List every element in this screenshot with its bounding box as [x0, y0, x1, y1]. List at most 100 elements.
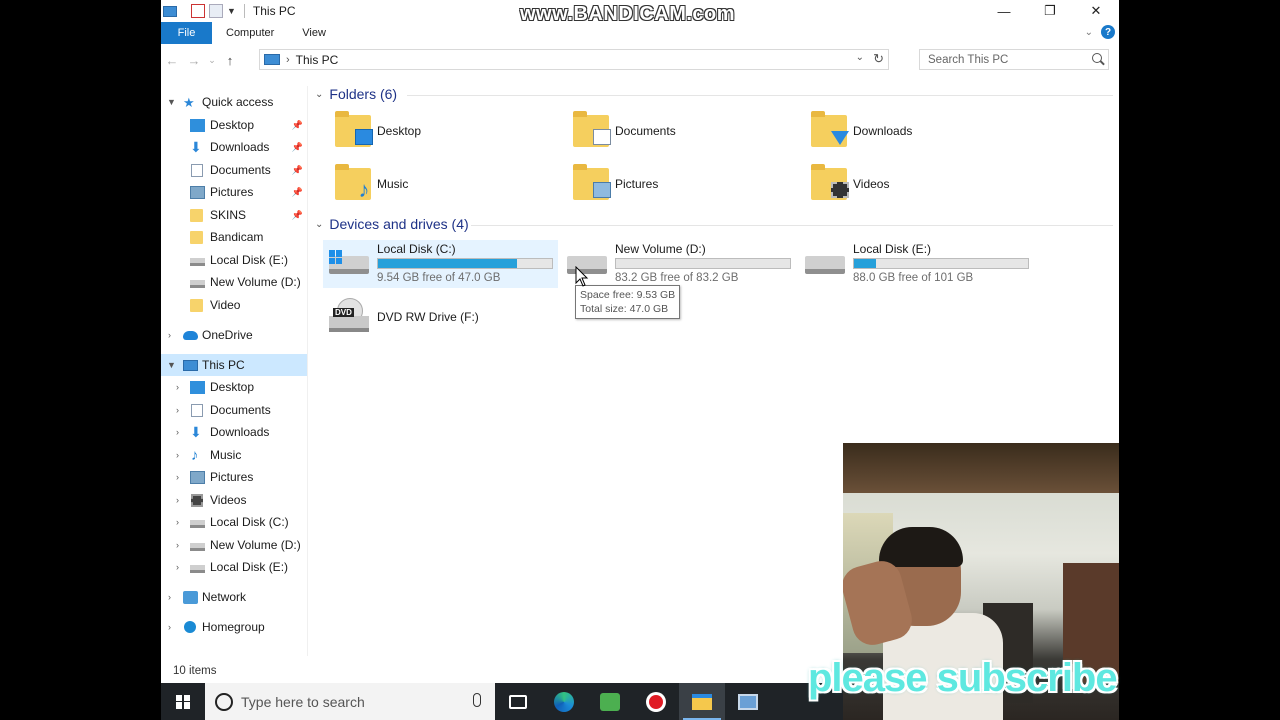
sidebar-item-pc-desktop[interactable]: › Desktop	[161, 376, 307, 398]
document-icon	[191, 403, 203, 417]
chevron-right-icon[interactable]: ›	[168, 330, 171, 340]
pin-icon[interactable]: 📌	[292, 120, 303, 131]
start-button[interactable]	[161, 683, 205, 720]
pin-icon[interactable]: 📌	[292, 187, 303, 198]
bandicam-watermark: www.BANDICAM.com	[520, 3, 736, 25]
refresh-icon[interactable]: ↻	[873, 51, 884, 67]
sidebar-item-pc-local-disk-c[interactable]: › Local Disk (C:)	[161, 511, 307, 533]
chevron-right-icon[interactable]: ›	[176, 472, 179, 482]
chevron-right-icon[interactable]: ›	[176, 450, 179, 460]
sidebar-item-pc-downloads[interactable]: › ⬇ Downloads	[161, 421, 307, 443]
folders-group-header[interactable]: ⌄ Folders (6)	[315, 86, 397, 102]
sidebar-item-pc-pictures[interactable]: › Pictures	[161, 466, 307, 488]
taskbar-app-bandicam[interactable]	[633, 683, 679, 720]
sidebar-item-pc-new-volume-d[interactable]: › New Volume (D:)	[161, 534, 307, 556]
pc-icon	[163, 5, 177, 17]
chevron-down-icon[interactable]: ▼	[167, 97, 176, 107]
back-button[interactable]: ←	[161, 49, 183, 71]
taskbar-search-box[interactable]: Type here to search	[205, 683, 495, 720]
chevron-right-icon[interactable]: ›	[286, 54, 290, 66]
taskbar-app-remote[interactable]	[725, 683, 771, 720]
drive-tile-c[interactable]: Local Disk (C:) 9.54 GB free of 47.0 GB	[323, 240, 558, 288]
help-icon[interactable]: ?	[1101, 25, 1115, 39]
chevron-down-icon[interactable]: ⌄	[856, 52, 864, 63]
restore-button[interactable]: ❐	[1027, 0, 1073, 22]
chevron-right-icon[interactable]: ›	[176, 382, 179, 392]
microphone-icon[interactable]	[473, 693, 481, 707]
sidebar-item-onedrive[interactable]: › OneDrive	[161, 324, 307, 346]
status-item-count: 10 items	[173, 665, 217, 677]
up-button[interactable]: ↑	[219, 49, 241, 71]
pin-icon[interactable]: 📌	[292, 142, 303, 153]
sidebar-item-pc-videos[interactable]: › Videos	[161, 489, 307, 511]
folder-tile-pictures[interactable]: Pictures	[573, 164, 658, 200]
sidebar-item-skins[interactable]: SKINS 📌	[161, 204, 307, 226]
customize-toolbar-icon[interactable]: ▼	[227, 6, 236, 16]
pin-icon[interactable]: 📌	[292, 210, 303, 221]
navigation-pane: ▼ ★ Quick access Desktop 📌 ⬇ Downloads 📌…	[161, 86, 307, 656]
drive-tile-dvd[interactable]: DVD DVD RW Drive (F:)	[323, 298, 558, 346]
pin-icon[interactable]: 📌	[292, 165, 303, 176]
chevron-right-icon[interactable]: ›	[176, 517, 179, 527]
minimize-button[interactable]: —	[981, 0, 1027, 22]
tab-computer[interactable]: Computer	[212, 27, 288, 39]
search-icon[interactable]	[1092, 53, 1102, 63]
recent-locations-button[interactable]: ⌄	[205, 49, 219, 71]
sidebar-item-pc-local-disk-e[interactable]: › Local Disk (E:)	[161, 556, 307, 578]
chevron-down-icon[interactable]: ▼	[167, 360, 176, 370]
chevron-right-icon[interactable]: ›	[176, 540, 179, 550]
sidebar-item-new-volume-d[interactable]: New Volume (D:)	[161, 271, 307, 293]
sidebar-item-downloads[interactable]: ⬇ Downloads 📌	[161, 136, 307, 158]
edge-icon	[554, 691, 574, 712]
address-path[interactable]: This PC	[296, 53, 339, 67]
sidebar-item-local-disk-e[interactable]: Local Disk (E:)	[161, 249, 307, 271]
folder-tile-downloads[interactable]: Downloads	[811, 111, 912, 147]
sidebar-item-homegroup[interactable]: › Homegroup	[161, 616, 307, 638]
close-button[interactable]: ✕	[1073, 0, 1119, 22]
chevron-right-icon[interactable]: ›	[176, 427, 179, 437]
sidebar-item-video[interactable]: Video	[161, 294, 307, 316]
tab-view[interactable]: View	[288, 27, 340, 39]
chevron-right-icon[interactable]: ›	[168, 622, 171, 632]
folder-tile-desktop[interactable]: Desktop	[335, 111, 421, 147]
sidebar-item-label: Pictures	[210, 185, 254, 199]
sidebar-item-quick-access[interactable]: ▼ ★ Quick access	[161, 91, 307, 113]
drive-tile-d[interactable]: New Volume (D:) 83.2 GB free of 83.2 GB	[561, 240, 796, 288]
sidebar-item-pc-music[interactable]: › ♪ Music	[161, 444, 307, 466]
drive-tile-e[interactable]: Local Disk (E:) 88.0 GB free of 101 GB	[799, 240, 1034, 288]
sidebar-item-bandicam[interactable]: Bandicam	[161, 226, 307, 248]
chevron-right-icon[interactable]: ›	[168, 592, 171, 602]
sidebar-item-label: Quick access	[202, 95, 274, 109]
sidebar-item-label: Local Disk (E:)	[210, 253, 289, 267]
sidebar-item-desktop[interactable]: Desktop 📌	[161, 114, 307, 136]
chevron-right-icon[interactable]: ›	[176, 495, 179, 505]
drives-group-header[interactable]: ⌄ Devices and drives (4)	[315, 216, 469, 232]
chevron-down-icon[interactable]: ⌄	[315, 219, 323, 230]
properties-icon[interactable]	[191, 4, 205, 18]
tab-file[interactable]: File	[161, 22, 212, 44]
taskbar-app-edge[interactable]	[541, 683, 587, 720]
folder-tile-music[interactable]: ♪ Music	[335, 164, 408, 201]
folder-tile-documents[interactable]: Documents	[573, 111, 676, 147]
sidebar-item-documents[interactable]: Documents 📌	[161, 159, 307, 181]
new-folder-icon[interactable]	[209, 4, 223, 18]
sidebar-item-pc-documents[interactable]: › Documents	[161, 399, 307, 421]
address-bar[interactable]: › This PC ⌄ ↻	[259, 49, 889, 70]
chevron-right-icon[interactable]: ›	[176, 405, 179, 415]
folder-icon	[573, 164, 611, 200]
taskbar-app-android[interactable]	[587, 683, 633, 720]
task-view-button[interactable]	[495, 683, 541, 720]
sidebar-item-pictures[interactable]: Pictures 📌	[161, 181, 307, 203]
chevron-right-icon[interactable]: ›	[176, 562, 179, 572]
chevron-down-icon[interactable]: ⌄	[315, 89, 323, 100]
sidebar-item-network[interactable]: › Network	[161, 586, 307, 608]
download-icon	[831, 131, 849, 145]
forward-button[interactable]: →	[183, 49, 205, 71]
folder-tile-videos[interactable]: Videos	[811, 164, 889, 200]
folder-icon	[190, 298, 203, 312]
search-input[interactable]: Search This PC	[919, 49, 1109, 70]
video-icon	[191, 493, 203, 507]
sidebar-item-this-pc[interactable]: ▼ This PC	[161, 354, 307, 376]
taskbar-app-file-explorer[interactable]	[679, 683, 725, 720]
expand-ribbon-icon[interactable]: ⌄	[1085, 27, 1093, 38]
